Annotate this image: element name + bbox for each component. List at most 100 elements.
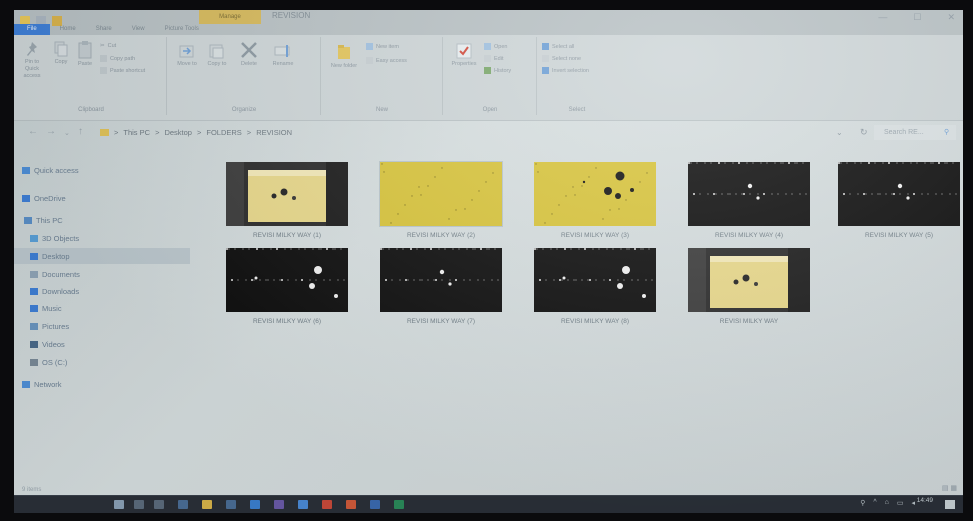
network-icon — [22, 380, 30, 388]
sidebar-item-videos[interactable]: Videos — [14, 336, 190, 352]
computer-icon — [24, 216, 32, 224]
sidebar-item-3d-objects[interactable]: 3D Objects — [14, 230, 190, 246]
tab-picture-tools[interactable]: Picture Tools — [155, 24, 209, 35]
tab-share[interactable]: Share — [86, 24, 122, 35]
navigation-pane: Quick access OneDrive This PC 3D Objects Des… — [14, 148, 192, 468]
chrome-icon[interactable] — [322, 500, 332, 509]
close-button[interactable]: ✕ — [947, 12, 955, 23]
people-icon[interactable]: ⚲ — [860, 499, 865, 507]
sidebar-item-pictures[interactable]: Pictures — [14, 318, 190, 334]
file-item[interactable]: REVISI MILKY WAY (5) — [824, 162, 963, 239]
cut-button[interactable]: ✂ Cut — [100, 43, 116, 49]
image-thumbnail — [688, 248, 810, 312]
up-button[interactable]: ↑ — [78, 126, 83, 137]
volume-icon[interactable]: ◂ — [911, 499, 915, 507]
file-item[interactable]: REVISI MILKY WAY (2) — [366, 161, 516, 239]
file-name: REVISI MILKY WAY — [719, 318, 779, 325]
file-name: REVISI MILKY WAY (6) — [252, 318, 322, 325]
new-item-button[interactable]: New item — [366, 43, 399, 50]
paste-shortcut-button[interactable]: Paste shortcut — [100, 67, 145, 74]
breadcrumb-revision[interactable]: REVISION — [256, 128, 292, 137]
sidebar-item-os-c[interactable]: OS (C:) — [14, 354, 190, 370]
back-button[interactable]: ← — [28, 126, 38, 137]
excel-icon[interactable] — [394, 500, 404, 509]
copy-path-button[interactable]: Copy path — [100, 55, 135, 62]
sidebar-item-label: 3D Objects — [42, 233, 80, 243]
sidebar-item-documents[interactable]: Documents — [14, 266, 190, 282]
word-icon[interactable] — [370, 500, 380, 509]
easy-access-button[interactable]: Easy access — [366, 57, 407, 64]
sidebar-item-network[interactable]: Network — [14, 376, 190, 392]
tab-home[interactable]: Home — [50, 24, 86, 35]
task-view-icon[interactable] — [154, 500, 164, 509]
sidebar-item-downloads[interactable]: Downloads — [14, 283, 190, 299]
paste-button[interactable]: Paste — [74, 41, 96, 68]
file-item[interactable]: REVISI MILKY WAY — [674, 248, 824, 325]
battery-icon[interactable]: ▭ — [897, 499, 904, 507]
refresh-icon[interactable]: ↻ — [860, 127, 868, 138]
file-item[interactable]: REVISI MILKY WAY (8) — [520, 248, 670, 325]
view-toggle-icons[interactable]: ▤ ▦ — [942, 484, 957, 492]
easy-access-label: Easy access — [376, 57, 407, 64]
select-all-button[interactable]: Select all — [542, 43, 574, 50]
sidebar-item-desktop[interactable]: Desktop — [14, 248, 190, 264]
new-folder-button[interactable]: New folder — [330, 43, 358, 70]
file-explorer-icon[interactable] — [202, 500, 212, 509]
invert-selection-button[interactable]: Invert selection — [542, 67, 589, 74]
forward-button[interactable]: → — [46, 126, 56, 137]
thumbnail-frame — [688, 162, 810, 226]
delete-button[interactable]: Delete — [234, 41, 264, 68]
scissors-icon: ✂ — [100, 43, 105, 49]
address-bar[interactable]: > This PC > Desktop > FOLDERS > REVISION — [100, 125, 845, 140]
maximize-button[interactable]: ☐ — [913, 12, 921, 23]
browser-icon[interactable] — [298, 500, 308, 509]
new-item-icon — [366, 43, 373, 50]
recent-locations-icon[interactable]: ⌄ — [64, 129, 70, 137]
rename-button[interactable]: Rename — [268, 43, 298, 68]
edit-button[interactable]: Edit — [484, 55, 503, 62]
checkmark-icon — [456, 43, 472, 59]
breadcrumb-folders[interactable]: FOLDERS — [206, 128, 241, 137]
mail-icon[interactable] — [250, 500, 260, 509]
copy-to-button[interactable]: Copy to — [204, 43, 230, 68]
store-icon[interactable] — [226, 500, 236, 509]
office-icon[interactable] — [346, 500, 356, 509]
sidebar-item-this-pc[interactable]: This PC — [14, 212, 190, 228]
history-button[interactable]: History — [484, 67, 511, 74]
open-group: Properties Open Edit History Open — [444, 37, 537, 115]
search-icon[interactable] — [134, 500, 144, 509]
pin-icon — [27, 42, 37, 56]
sidebar-item-onedrive[interactable]: OneDrive — [14, 190, 190, 206]
tab-view[interactable]: View — [122, 24, 155, 35]
drive-icon — [30, 358, 38, 366]
sidebar-item-quick-access[interactable]: Quick access — [14, 162, 190, 178]
network-icon[interactable]: ⌂ — [885, 499, 889, 507]
start-icon[interactable] — [114, 500, 124, 509]
file-item[interactable]: REVISI MILKY WAY (4) — [674, 162, 824, 239]
select-group: Select all Select none Invert selection … — [538, 37, 616, 115]
sidebar-item-music[interactable]: Music — [14, 300, 190, 316]
manage-context-tab[interactable]: Manage — [199, 10, 261, 24]
file-item[interactable]: REVISI MILKY WAY (1) — [212, 162, 362, 239]
clock[interactable]: 14:49 — [917, 497, 933, 504]
sidebar-item-label: Network — [34, 379, 62, 389]
minimize-button[interactable]: — — [878, 12, 887, 23]
breadcrumb-desktop[interactable]: Desktop — [164, 128, 192, 137]
open-button[interactable]: Open — [484, 43, 507, 50]
select-none-button[interactable]: Select none — [542, 55, 581, 62]
file-item[interactable]: REVISI MILKY WAY (6) — [212, 248, 362, 325]
chevron-up-icon[interactable]: ^ — [873, 499, 876, 507]
file-item[interactable]: REVISI MILKY WAY (7) — [366, 248, 516, 325]
pin-quick-access-button[interactable]: Pin to Quick access — [18, 41, 46, 80]
breadcrumb-this-pc[interactable]: This PC — [123, 128, 150, 137]
edge-icon[interactable] — [178, 500, 188, 509]
properties-button[interactable]: Properties — [448, 43, 480, 68]
address-dropdown-icon[interactable]: ⌄ — [836, 128, 843, 137]
move-to-button[interactable]: Move to — [174, 43, 200, 68]
tab-file[interactable]: File — [14, 24, 50, 35]
file-item[interactable]: REVISI MILKY WAY (3) — [520, 162, 670, 239]
copy-button[interactable]: Copy — [50, 41, 72, 66]
notification-icon[interactable] — [945, 500, 955, 509]
thumbnail-frame — [688, 248, 810, 312]
app-icon[interactable] — [274, 500, 284, 509]
